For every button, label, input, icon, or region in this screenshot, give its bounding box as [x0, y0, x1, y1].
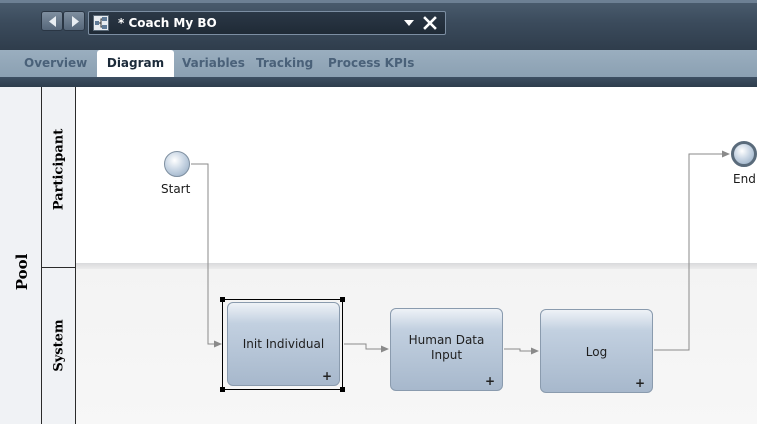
resize-handle-nw[interactable]	[220, 297, 225, 302]
title-bar-highlight	[0, 0, 757, 3]
editor-tab-strip: Overview Diagram Variables Tracking Proc…	[0, 50, 757, 77]
forward-button[interactable]	[63, 11, 85, 31]
dropdown-arrow-icon[interactable]	[403, 16, 415, 30]
activity-human-data-input[interactable]: Human Data Input +	[390, 308, 503, 391]
activity-label: Init Individual	[242, 337, 325, 351]
right-arrow-icon	[72, 16, 79, 27]
back-button[interactable]	[41, 11, 63, 31]
flow-start-to-init	[191, 163, 222, 348]
tab-diagram[interactable]: Diagram	[97, 50, 174, 77]
resize-handle-se[interactable]	[340, 387, 345, 392]
activity-label-line-1: Human Data	[408, 333, 485, 347]
activity-label-line-2: Input	[430, 348, 463, 362]
expand-icon[interactable]: +	[635, 376, 645, 390]
activity-log[interactable]: Log +	[540, 309, 653, 393]
close-icon[interactable]	[422, 15, 438, 31]
activity-init-individual[interactable]: Init Individual +	[227, 302, 340, 386]
expand-icon[interactable]: +	[322, 369, 332, 383]
activity-label: Log	[585, 345, 608, 359]
start-event-label: Start	[161, 182, 191, 196]
diagram-canvas[interactable]: Pool Participant System Start End Init I…	[0, 87, 757, 424]
tab-strip-shadow	[0, 77, 757, 87]
process-diagram-icon	[93, 15, 109, 31]
resize-handle-ne[interactable]	[340, 297, 345, 302]
left-arrow-icon	[49, 16, 56, 27]
tab-process-kpis[interactable]: Process KPIs	[328, 50, 414, 77]
end-event[interactable]	[731, 141, 757, 167]
tab-tracking[interactable]: Tracking	[256, 50, 313, 77]
tab-overview[interactable]: Overview	[24, 50, 87, 77]
editor-tab[interactable]: * Coach My BO	[88, 11, 446, 35]
tab-variables[interactable]: Variables	[182, 50, 245, 77]
flow-init-to-human	[344, 343, 389, 353]
flow-log-to-end	[654, 150, 730, 351]
editor-title-bar: * Coach My BO	[0, 0, 757, 50]
editor-tab-title: * Coach My BO	[118, 16, 217, 30]
resize-handle-sw[interactable]	[220, 387, 225, 392]
start-event[interactable]	[164, 151, 190, 177]
flow-human-to-log	[504, 347, 539, 355]
expand-icon[interactable]: +	[485, 374, 495, 388]
end-event-label: End	[733, 172, 756, 186]
